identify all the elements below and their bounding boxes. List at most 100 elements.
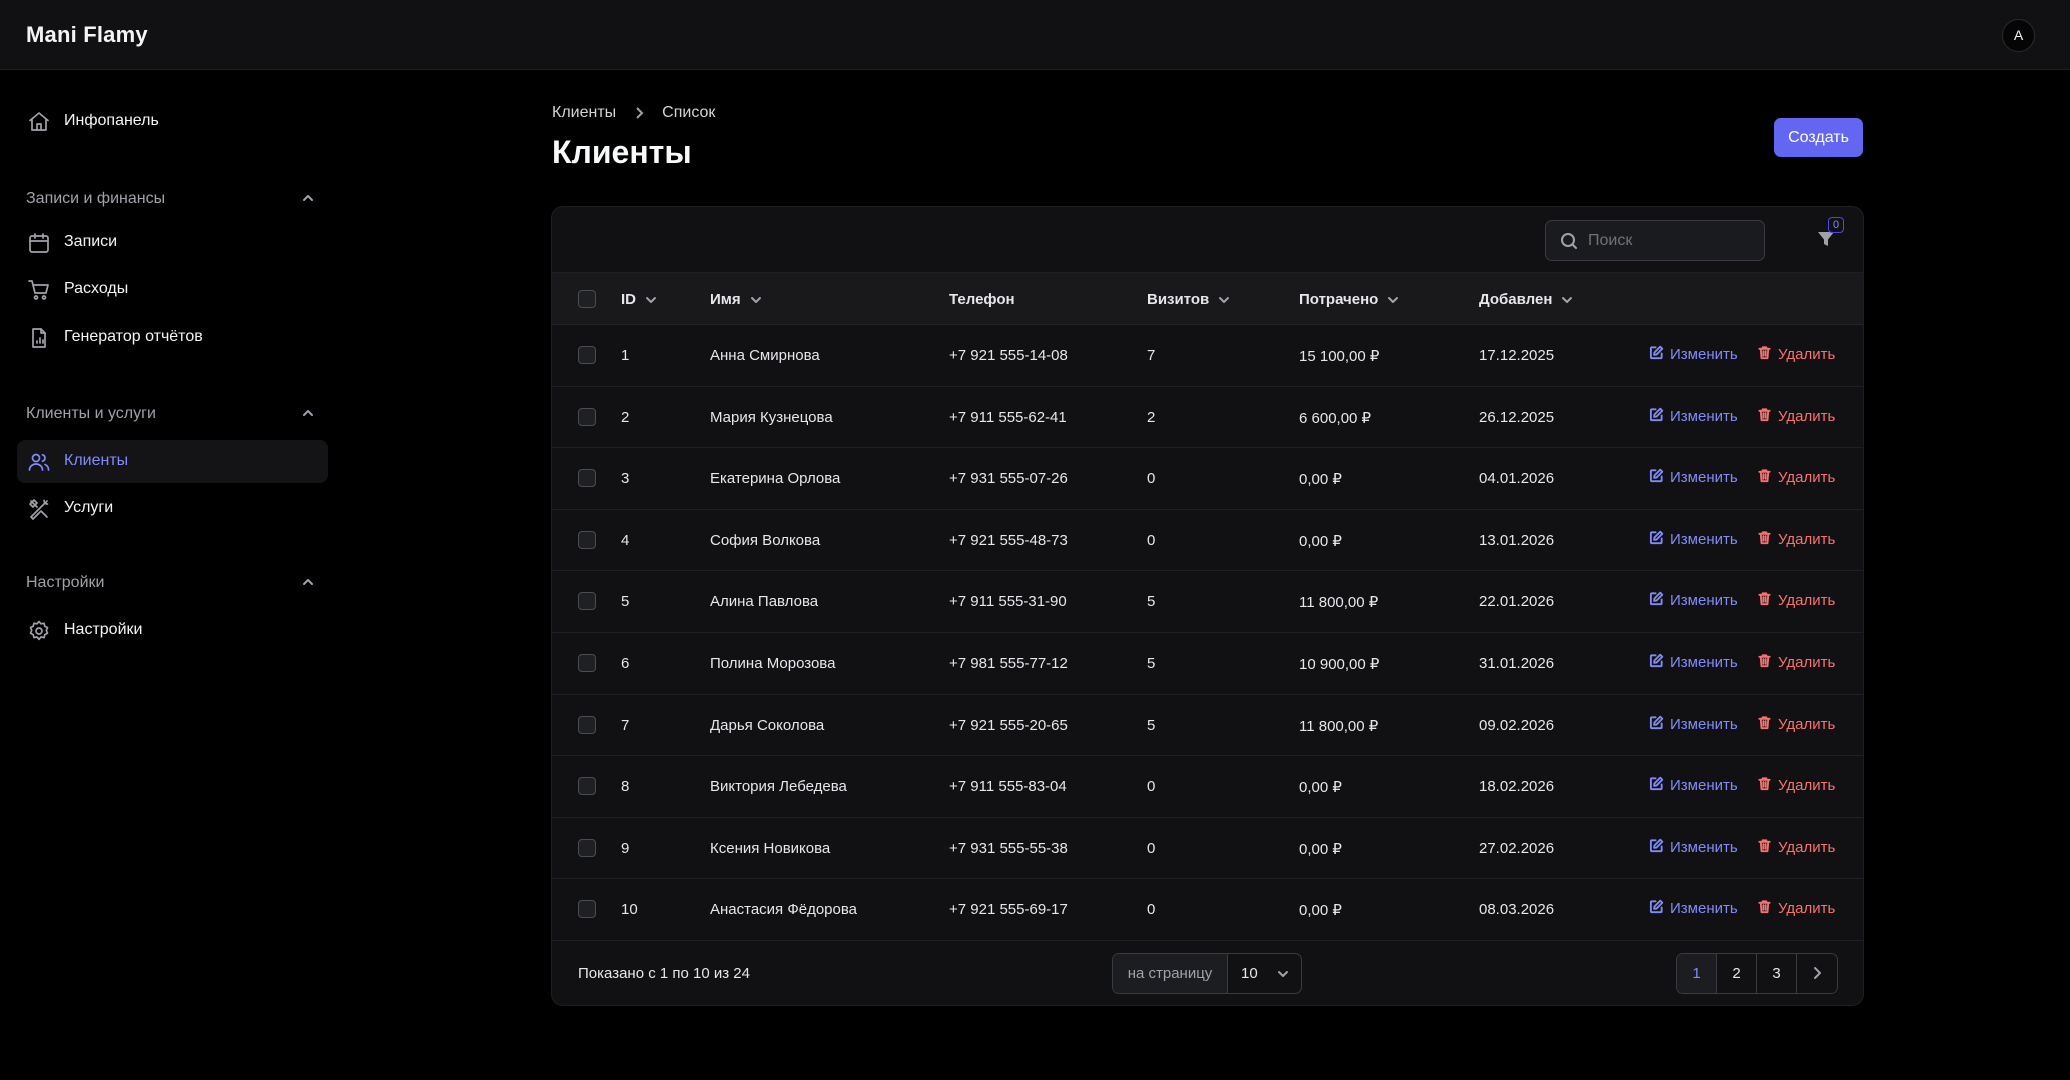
delete-button[interactable]: Удалить	[1757, 530, 1835, 549]
column-header-added[interactable]: Добавлен	[1479, 291, 1574, 308]
delete-button[interactable]: Удалить	[1757, 345, 1835, 364]
cell-id: 8	[621, 778, 630, 796]
chevron-down-icon	[1560, 293, 1574, 307]
row-checkbox[interactable]	[578, 530, 596, 549]
select-all-checkbox[interactable]	[578, 290, 596, 308]
sidebar-item-appointments[interactable]: Записи	[17, 221, 328, 264]
edit-button[interactable]: Изменить	[1649, 468, 1738, 487]
edit-button[interactable]: Изменить	[1649, 776, 1738, 795]
edit-button[interactable]: Изменить	[1649, 838, 1738, 857]
delete-label: Удалить	[1778, 407, 1836, 425]
edit-button[interactable]: Изменить	[1649, 899, 1738, 918]
column-header-name[interactable]: Имя	[710, 291, 763, 308]
delete-button[interactable]: Удалить	[1757, 715, 1835, 734]
sidebar-item-services[interactable]: Услуги	[17, 487, 328, 530]
table-header: ID Имя Телефон Визитов Потрачено Добавле…	[552, 273, 1863, 325]
edit-button[interactable]: Изменить	[1649, 715, 1738, 734]
breadcrumb: Клиенты Список	[552, 104, 715, 122]
cell-phone: +7 921 555-14-08	[949, 347, 1068, 364]
chevron-up-icon[interactable]	[300, 405, 316, 421]
edit-button[interactable]: Изменить	[1649, 345, 1738, 364]
cell-name: Анастасия Фёдорова	[710, 901, 858, 919]
delete-button[interactable]: Удалить	[1757, 591, 1835, 610]
chevron-up-icon[interactable]	[300, 574, 316, 590]
sidebar-item-expenses[interactable]: Расходы	[17, 268, 328, 311]
cell-phone: +7 911 555-31-90	[949, 593, 1067, 611]
create-button[interactable]: Создать	[1774, 118, 1863, 157]
sidebar-item-dashboard[interactable]: Инфопанель	[17, 100, 328, 143]
delete-button[interactable]: Удалить	[1757, 838, 1835, 857]
column-header-label: Имя	[710, 291, 741, 308]
sidebar-item-clients[interactable]: Клиенты	[17, 440, 328, 483]
cart-icon	[27, 278, 51, 302]
column-header-label: Телефон	[949, 291, 1015, 308]
delete-label: Удалить	[1778, 654, 1836, 671]
delete-label: Удалить	[1778, 469, 1836, 487]
cell-phone: +7 931 555-07-26	[949, 470, 1068, 488]
row-checkbox[interactable]	[578, 592, 596, 611]
cell-name: Виктория Лебедева	[710, 778, 847, 796]
column-header-id[interactable]: ID	[621, 291, 658, 308]
gear-icon	[27, 619, 51, 643]
delete-button[interactable]: Удалить	[1757, 776, 1835, 795]
delete-button[interactable]: Удалить	[1757, 653, 1835, 672]
search-box[interactable]	[1545, 220, 1765, 261]
chevron-up-icon[interactable]	[300, 190, 316, 206]
search-icon	[1560, 232, 1578, 250]
filter-count-badge: 0	[1828, 217, 1844, 233]
brand-logo[interactable]: Mani Flamy	[26, 22, 148, 48]
row-checkbox[interactable]	[578, 777, 596, 796]
edit-icon	[1649, 776, 1670, 795]
edit-label: Изменить	[1670, 469, 1738, 487]
sidebar-item-label: Записи	[64, 233, 118, 250]
sidebar-item-reports[interactable]: Генератор отчётов	[17, 316, 328, 359]
home-icon	[27, 110, 51, 134]
row-checkbox[interactable]	[578, 900, 596, 919]
cell-visits: 5	[1147, 716, 1156, 734]
trash-icon	[1757, 653, 1778, 672]
edit-button[interactable]: Изменить	[1649, 591, 1738, 610]
row-checkbox[interactable]	[578, 654, 596, 672]
edit-button[interactable]: Изменить	[1649, 530, 1738, 549]
edit-button[interactable]: Изменить	[1649, 653, 1738, 672]
page-button-1[interactable]: 1	[1677, 954, 1717, 993]
sidebar-item-label: Инфопанель	[64, 112, 159, 129]
page-button-2[interactable]: 2	[1717, 954, 1757, 993]
cell-spent: 0,00 ₽	[1299, 840, 1342, 858]
cell-added: 17.12.2025	[1479, 347, 1555, 364]
per-page-select[interactable]: на страницу 10	[1112, 953, 1302, 994]
edit-label: Изменить	[1670, 715, 1738, 733]
column-header-visits[interactable]: Визитов	[1147, 291, 1231, 308]
column-header-spent[interactable]: Потрачено	[1299, 291, 1400, 308]
delete-button[interactable]: Удалить	[1757, 407, 1835, 426]
edit-icon	[1649, 591, 1670, 610]
sidebar-item-settings[interactable]: Настройки	[17, 609, 328, 652]
row-checkbox[interactable]	[578, 715, 596, 734]
sidebar-group-title: Настройки	[26, 574, 105, 591]
user-avatar[interactable]: A	[2002, 19, 2035, 52]
row-checkbox[interactable]	[578, 469, 596, 488]
edit-icon	[1649, 345, 1670, 364]
delete-button[interactable]: Удалить	[1757, 468, 1835, 487]
cell-added: 26.12.2025	[1479, 408, 1555, 426]
delete-button[interactable]: Удалить	[1757, 899, 1835, 918]
breadcrumb-link-clients[interactable]: Клиенты	[552, 104, 616, 122]
search-input[interactable]	[1588, 229, 1748, 253]
edit-button[interactable]: Изменить	[1649, 407, 1738, 426]
sidebar-item-label: Клиенты	[64, 452, 129, 469]
row-checkbox[interactable]	[578, 838, 596, 857]
row-checkbox[interactable]	[578, 407, 596, 426]
column-header-label: Потрачено	[1299, 291, 1379, 308]
cell-spent: 6 600,00 ₽	[1299, 409, 1372, 427]
page-button-3[interactable]: 3	[1757, 954, 1797, 993]
cell-name: Дарья Соколова	[710, 716, 825, 734]
cell-name: Анна Смирнова	[710, 347, 820, 364]
edit-icon	[1649, 530, 1670, 549]
edit-label: Изменить	[1670, 592, 1738, 610]
edit-label: Изменить	[1670, 777, 1738, 795]
cell-phone: +7 911 555-83-04	[949, 778, 1067, 796]
sidebar-item-label: Генератор отчётов	[64, 328, 203, 345]
cell-name: София Волкова	[710, 531, 821, 549]
row-checkbox[interactable]	[578, 346, 596, 364]
next-page-button[interactable]	[1797, 954, 1837, 993]
